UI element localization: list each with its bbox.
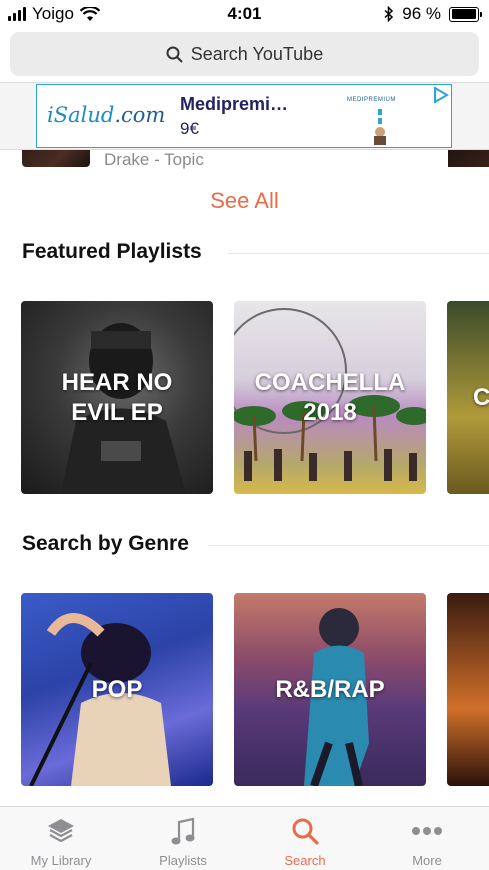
playlist-card-hear-no-evil[interactable]: HEAR NO EVIL EP (21, 301, 213, 494)
battery-icon (449, 6, 482, 22)
search-placeholder: Search YouTube (190, 43, 324, 64)
section-divider (228, 253, 489, 254)
see-all-link[interactable]: See All (0, 188, 489, 214)
result-subtitle: Drake - Topic (104, 150, 204, 169)
search-by-genre-title: Search by Genre (22, 532, 189, 555)
tab-label: Playlists (159, 853, 207, 868)
result-thumbnail-next (448, 150, 489, 167)
genre-label: R&B/RAP (275, 675, 385, 703)
music-note-icon (171, 817, 195, 845)
search-input[interactable]: Search YouTube (10, 32, 479, 76)
ad-brand: MEDIPREMIUM (347, 97, 396, 103)
layers-icon (48, 819, 74, 843)
tab-bar: My Library Playlists Search More (0, 806, 489, 870)
tab-search[interactable]: Search (244, 807, 366, 870)
ad-banner[interactable]: iSalud.com Medipremi… 9€ MEDIPREMIUM (36, 84, 452, 148)
tab-label: Search (284, 853, 326, 868)
bluetooth-icon (384, 6, 394, 22)
tab-label: More (412, 853, 442, 868)
genre-card-rnb-rap[interactable]: R&B/RAP (234, 593, 426, 786)
section-divider (208, 545, 489, 546)
more-icon (412, 827, 442, 835)
ad-price: 9€ (180, 119, 199, 138)
genre-label (447, 593, 489, 786)
playlist-card-coachella[interactable]: COACHELLA 2018 (234, 301, 426, 494)
playlist-label: C (473, 383, 489, 411)
ad-banner-container: iSalud.com Medipremi… 9€ MEDIPREMIUM (0, 82, 489, 150)
playlist-card-partial[interactable]: C (447, 301, 489, 494)
search-icon (166, 46, 183, 63)
battery-percent: 96 % (402, 4, 441, 23)
genre-label: POP (91, 675, 143, 703)
genre-card-partial[interactable] (447, 593, 489, 786)
playlist-label: COACHELLA 2018 (254, 368, 406, 426)
tab-playlists[interactable]: Playlists (122, 807, 244, 870)
status-right: 96 % (384, 4, 482, 24)
result-row[interactable]: Drake - Topic (0, 150, 489, 180)
tab-label: My Library (30, 853, 92, 868)
status-bar: Yoigo 4:01 96 % (0, 0, 489, 28)
ad-product-image (374, 109, 386, 145)
search-icon (292, 818, 319, 845)
ad-logo: iSalud.com (47, 103, 166, 127)
tab-more[interactable]: More (366, 807, 488, 870)
playlist-label: HEAR NO EVIL EP (61, 368, 173, 426)
result-thumbnail (22, 150, 90, 167)
featured-playlists-title: Featured Playlists (22, 240, 202, 263)
adchoices-icon[interactable] (433, 87, 449, 103)
genre-card-pop[interactable]: POP (21, 593, 213, 786)
tab-my-library[interactable]: My Library (0, 807, 122, 870)
ad-headline: Medipremi… (180, 94, 289, 114)
